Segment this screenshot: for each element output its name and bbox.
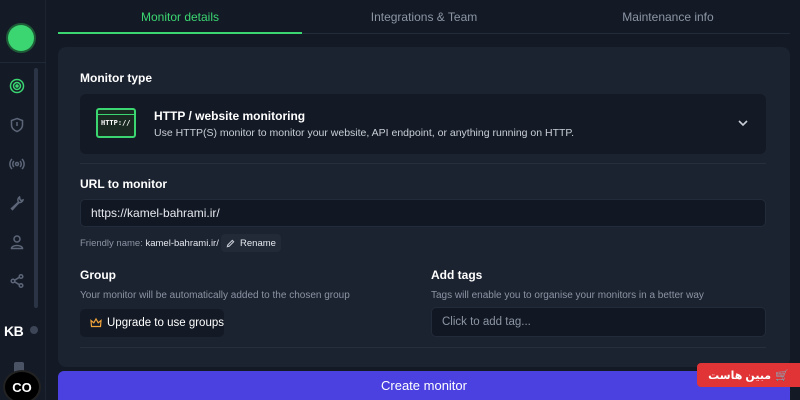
monitor-type-label: Monitor type: [80, 71, 152, 85]
monitor-type-title: HTTP / website monitoring: [154, 109, 306, 123]
url-input[interactable]: https://kamel-bahrami.ir/: [80, 199, 766, 227]
tab-integrations-team[interactable]: Integrations & Team: [302, 0, 546, 34]
tags-hint: Tags will enable you to organise your mo…: [431, 290, 704, 301]
pencil-icon: [226, 239, 235, 247]
create-monitor-button[interactable]: Create monitor: [58, 371, 790, 400]
wrench-icon[interactable]: [6, 192, 28, 214]
tag-input[interactable]: Click to add tag...: [431, 307, 766, 337]
sidebar-scrollbar[interactable]: [34, 68, 38, 308]
tab-monitor-details[interactable]: Monitor details: [58, 0, 302, 34]
avatar-menu-dot[interactable]: [30, 326, 38, 334]
crown-icon: [90, 317, 102, 328]
tags-label: Add tags: [431, 268, 483, 282]
monitor-type-select[interactable]: HTTP:// HTTP / website monitoring Use HT…: [80, 94, 766, 154]
tab-maintenance-info[interactable]: Maintenance info: [546, 0, 790, 34]
broadcast-icon[interactable]: [6, 153, 28, 175]
radar-icon[interactable]: [6, 75, 28, 97]
http-thumb-text: HTTP://: [101, 119, 131, 127]
sidebar: KB: [0, 0, 46, 400]
section-divider: [80, 347, 766, 348]
rename-button[interactable]: Rename: [221, 234, 281, 252]
monitor-form-card: Monitor type HTTP:// HTTP / website moni…: [58, 47, 790, 367]
monitor-type-description: Use HTTP(S) monitor to monitor your webs…: [154, 127, 574, 139]
co-button[interactable]: CO: [3, 370, 41, 400]
brand-badge[interactable]: مبین هاست 🛒: [697, 363, 800, 387]
friendly-name-prefix: Friendly name:: [80, 238, 143, 249]
rename-label: Rename: [240, 237, 276, 249]
group-hint: Your monitor will be automatically added…: [80, 290, 350, 301]
chevron-down-icon[interactable]: [736, 116, 750, 130]
url-label: URL to monitor: [80, 177, 168, 191]
upgrade-label: Upgrade to use groups: [107, 317, 224, 329]
share-icon[interactable]: [6, 270, 28, 292]
group-label: Group: [80, 268, 116, 282]
upgrade-groups-button[interactable]: Upgrade to use groups: [80, 309, 224, 337]
tab-bar: Monitor details Integrations & Team Main…: [58, 0, 790, 34]
cart-icon: 🛒: [775, 369, 789, 382]
brand-badge-text: مبین هاست: [708, 369, 772, 382]
user-icon[interactable]: [6, 231, 28, 253]
http-monitor-icon: HTTP://: [96, 108, 136, 138]
status-indicator: [8, 25, 34, 51]
friendly-name-text: Friendly name: kamel-bahrami.ir/: [80, 238, 219, 249]
sidebar-divider: [0, 62, 46, 63]
avatar[interactable]: KB: [4, 320, 32, 342]
shield-icon[interactable]: [6, 114, 28, 136]
section-divider: [80, 163, 766, 164]
friendly-name-value: kamel-bahrami.ir/: [145, 238, 219, 249]
